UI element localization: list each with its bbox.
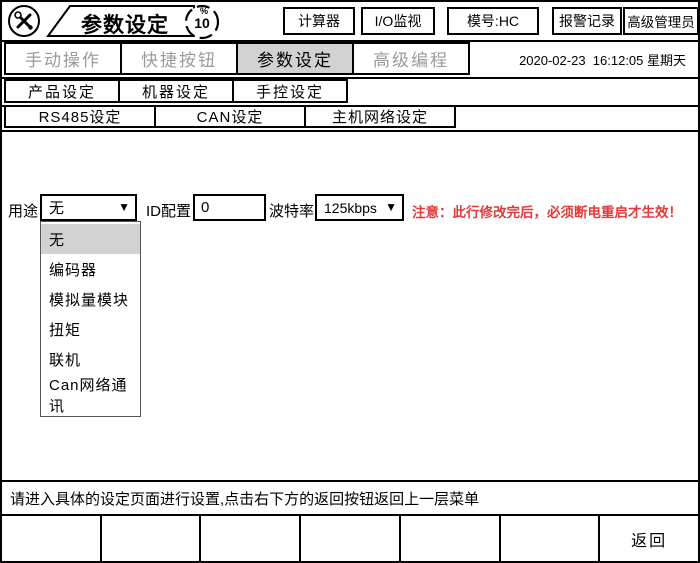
main-tab-row: 手动操作 快捷按钮 参数设定 高级编程 2020-02-23 16:12:05 … bbox=[2, 42, 698, 79]
chevron-down-icon: ▼ bbox=[118, 200, 130, 214]
usage-dropdown-list: 无 编码器 模拟量模块 扭矩 联机 Can网络通讯 bbox=[40, 221, 141, 417]
baud-rate-label: 波特率 bbox=[269, 200, 314, 221]
usage-select[interactable]: 无 ▼ bbox=[40, 194, 137, 221]
tab-advanced-programming[interactable]: 高级编程 bbox=[352, 42, 470, 75]
softkey-slot-5 bbox=[401, 516, 501, 561]
dropdown-option-none[interactable]: 无 bbox=[41, 224, 140, 254]
io-monitor-button[interactable]: I/O监视 bbox=[361, 7, 435, 35]
dropdown-option-encoder[interactable]: 编码器 bbox=[41, 254, 140, 284]
id-config-label: ID配置 bbox=[146, 200, 191, 221]
tab-rs485-setting[interactable]: RS485设定 bbox=[4, 105, 156, 128]
dropdown-option-can-network[interactable]: Can网络通讯 bbox=[41, 374, 140, 416]
page-title: 参数设定 bbox=[70, 9, 180, 39]
tab-machine-setting[interactable]: 机器设定 bbox=[118, 79, 234, 103]
softkey-slot-2 bbox=[102, 516, 202, 561]
softkey-slot-3 bbox=[201, 516, 301, 561]
model-number-button[interactable]: 模号:HC bbox=[447, 7, 539, 35]
tab-product-setting[interactable]: 产品设定 bbox=[4, 79, 120, 103]
usage-selected-value: 无 bbox=[49, 197, 64, 218]
softkey-slot-4 bbox=[301, 516, 401, 561]
tab-parameter-setting[interactable]: 参数设定 bbox=[236, 42, 354, 75]
tab-host-network-setting[interactable]: 主机网络设定 bbox=[304, 105, 456, 128]
softkey-slot-1 bbox=[2, 516, 102, 561]
dropdown-option-online[interactable]: 联机 bbox=[41, 344, 140, 374]
datetime-display: 2020-02-23 16:12:05 星期天 bbox=[519, 50, 686, 69]
chevron-down-icon: ▼ bbox=[385, 200, 397, 214]
percent-sign: % bbox=[200, 6, 208, 16]
category-tab-row: 产品设定 机器设定 手控设定 bbox=[2, 79, 698, 107]
status-hint-text: 请进入具体的设定页面进行设置,点击右下方的返回按钮返回上一层菜单 bbox=[10, 488, 479, 509]
usage-label: 用途 bbox=[8, 200, 38, 221]
restart-warning-text: 注意：此行修改完后，必须断电重启才生效！ bbox=[412, 201, 682, 221]
softkey-slot-6 bbox=[501, 516, 601, 561]
dropdown-option-analog-module[interactable]: 模拟量模块 bbox=[41, 284, 140, 314]
baud-selected-value: 125kbps bbox=[324, 200, 377, 216]
tools-icon bbox=[7, 4, 41, 38]
dropdown-option-torque[interactable]: 扭矩 bbox=[41, 314, 140, 344]
alarm-log-button[interactable]: 报警记录 bbox=[552, 7, 622, 35]
tab-manual-control-setting[interactable]: 手控设定 bbox=[232, 79, 348, 103]
zoom-percent-value[interactable]: 10 bbox=[178, 15, 226, 31]
status-bar: 请进入具体的设定页面进行设置,点击右下方的返回按钮返回上一层菜单 bbox=[2, 480, 698, 516]
id-config-input[interactable] bbox=[193, 194, 266, 221]
baud-rate-select[interactable]: 125kbps ▼ bbox=[315, 194, 404, 221]
tab-quick-buttons[interactable]: 快捷按钮 bbox=[120, 42, 238, 75]
title-bar: 参数设定 10 % 计算器 I/O监视 模号:HC 报警记录 高级管理员 bbox=[2, 2, 698, 42]
admin-level-button[interactable]: 高级管理员 bbox=[623, 7, 699, 35]
softkey-row: 返回 bbox=[2, 516, 698, 561]
hmi-screen: 参数设定 10 % 计算器 I/O监视 模号:HC 报警记录 高级管理员 手动操… bbox=[0, 0, 700, 563]
calculator-button[interactable]: 计算器 bbox=[283, 7, 355, 35]
tab-manual-operation[interactable]: 手动操作 bbox=[4, 42, 122, 75]
setting-tab-row: RS485设定 CAN设定 主机网络设定 bbox=[2, 105, 698, 132]
tab-can-setting[interactable]: CAN设定 bbox=[154, 105, 306, 128]
back-button[interactable]: 返回 bbox=[600, 516, 698, 561]
